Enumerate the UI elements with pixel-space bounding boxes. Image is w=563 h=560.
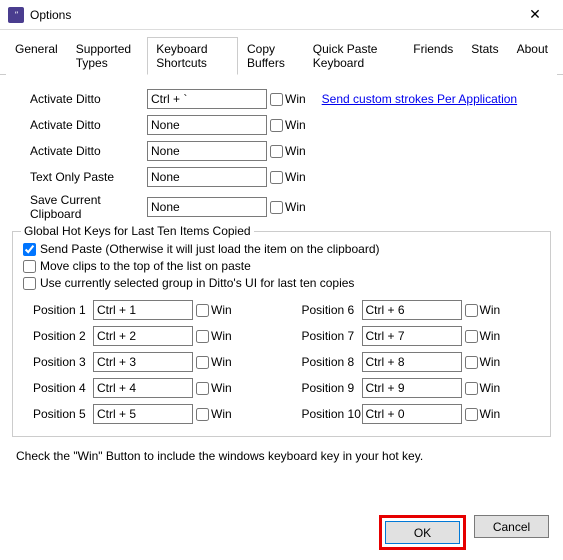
position-1-input[interactable] — [93, 300, 193, 320]
tab-supported-types[interactable]: Supported Types — [67, 37, 148, 75]
position-1-label: Position 1 — [23, 303, 93, 317]
win-label: Win — [285, 170, 306, 184]
win-label: Win — [480, 381, 501, 395]
send-paste-checkbox[interactable] — [23, 243, 36, 256]
tab-quick-paste[interactable]: Quick Paste Keyboard — [304, 37, 404, 75]
win-label: Win — [285, 200, 306, 214]
group-legend: Global Hot Keys for Last Ten Items Copie… — [21, 224, 254, 238]
save-current-clipboard-label: Save Current Clipboard — [12, 193, 147, 221]
activate-ditto-2-input[interactable] — [147, 115, 267, 135]
position-3-input[interactable] — [93, 352, 193, 372]
position-10-label: Position 10 — [292, 407, 362, 421]
position-5-input[interactable] — [93, 404, 193, 424]
tab-general[interactable]: General — [6, 37, 67, 75]
activate-ditto-1-label: Activate Ditto — [12, 92, 147, 106]
activate-ditto-1-input[interactable] — [147, 89, 267, 109]
text-only-paste-input[interactable] — [147, 167, 267, 187]
position-6-label: Position 6 — [292, 303, 362, 317]
activate-ditto-3-win-checkbox[interactable] — [270, 145, 283, 158]
tab-about[interactable]: About — [508, 37, 557, 75]
close-icon: ✕ — [529, 6, 541, 23]
tab-stats[interactable]: Stats — [462, 37, 507, 75]
text-only-paste-label: Text Only Paste — [12, 170, 147, 184]
position-3-label: Position 3 — [23, 355, 93, 369]
button-bar: OK Cancel — [379, 515, 549, 550]
use-group-label: Use currently selected group in Ditto's … — [40, 276, 354, 290]
activate-ditto-2-label: Activate Ditto — [12, 118, 147, 132]
position-8-win-checkbox[interactable] — [465, 356, 478, 369]
position-6-input[interactable] — [362, 300, 462, 320]
position-7-win-checkbox[interactable] — [465, 330, 478, 343]
activate-ditto-2-win-checkbox[interactable] — [270, 119, 283, 132]
window-title: Options — [30, 8, 515, 22]
position-6-win-checkbox[interactable] — [465, 304, 478, 317]
win-label: Win — [211, 355, 232, 369]
win-label: Win — [285, 92, 306, 106]
activate-ditto-3-input[interactable] — [147, 141, 267, 161]
position-4-label: Position 4 — [23, 381, 93, 395]
win-label: Win — [480, 407, 501, 421]
position-4-input[interactable] — [93, 378, 193, 398]
position-9-win-checkbox[interactable] — [465, 382, 478, 395]
tab-content: Activate Ditto Win Send custom strokes P… — [0, 75, 563, 471]
position-8-input[interactable] — [362, 352, 462, 372]
position-5-win-checkbox[interactable] — [196, 408, 209, 421]
position-1-win-checkbox[interactable] — [196, 304, 209, 317]
win-label: Win — [211, 407, 232, 421]
position-9-input[interactable] — [362, 378, 462, 398]
save-current-clipboard-input[interactable] — [147, 197, 267, 217]
win-label: Win — [285, 118, 306, 132]
position-7-label: Position 7 — [292, 329, 362, 343]
win-label: Win — [211, 381, 232, 395]
move-clips-label: Move clips to the top of the list on pas… — [40, 259, 251, 273]
footnote-text: Check the "Win" Button to include the wi… — [12, 449, 551, 463]
titlebar: " Options ✕ — [0, 0, 563, 30]
position-9-label: Position 9 — [292, 381, 362, 395]
win-label: Win — [480, 329, 501, 343]
position-7-input[interactable] — [362, 326, 462, 346]
position-2-input[interactable] — [93, 326, 193, 346]
tab-friends[interactable]: Friends — [404, 37, 462, 75]
tab-keyboard-shortcuts[interactable]: Keyboard Shortcuts — [147, 37, 238, 75]
send-custom-strokes-link[interactable]: Send custom strokes Per Application — [322, 92, 517, 106]
text-only-paste-win-checkbox[interactable] — [270, 171, 283, 184]
app-icon: " — [8, 7, 24, 23]
tab-copy-buffers[interactable]: Copy Buffers — [238, 37, 304, 75]
tab-bar: General Supported Types Keyboard Shortcu… — [0, 30, 563, 75]
win-label: Win — [211, 303, 232, 317]
position-2-label: Position 2 — [23, 329, 93, 343]
win-label: Win — [480, 355, 501, 369]
win-label: Win — [211, 329, 232, 343]
cancel-button[interactable]: Cancel — [474, 515, 549, 538]
win-label: Win — [285, 144, 306, 158]
save-current-clipboard-win-checkbox[interactable] — [270, 201, 283, 214]
position-10-win-checkbox[interactable] — [465, 408, 478, 421]
send-paste-label: Send Paste (Otherwise it will just load … — [40, 242, 380, 256]
activate-ditto-3-label: Activate Ditto — [12, 144, 147, 158]
global-hotkeys-group: Global Hot Keys for Last Ten Items Copie… — [12, 231, 551, 437]
activate-ditto-1-win-checkbox[interactable] — [270, 93, 283, 106]
position-4-win-checkbox[interactable] — [196, 382, 209, 395]
move-clips-checkbox[interactable] — [23, 260, 36, 273]
win-label: Win — [480, 303, 501, 317]
position-2-win-checkbox[interactable] — [196, 330, 209, 343]
use-group-checkbox[interactable] — [23, 277, 36, 290]
ok-highlight: OK — [379, 515, 466, 550]
position-5-label: Position 5 — [23, 407, 93, 421]
close-button[interactable]: ✕ — [515, 0, 555, 30]
position-10-input[interactable] — [362, 404, 462, 424]
position-8-label: Position 8 — [292, 355, 362, 369]
position-3-win-checkbox[interactable] — [196, 356, 209, 369]
ok-button[interactable]: OK — [385, 521, 460, 544]
